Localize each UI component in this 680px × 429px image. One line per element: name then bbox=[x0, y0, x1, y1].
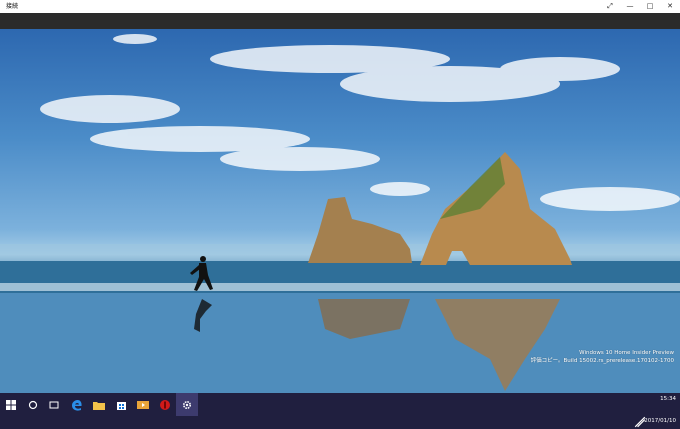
cortana-button[interactable] bbox=[22, 393, 44, 416]
build-watermark: Windows 10 Home Insider Preview 評価コピー。Bu… bbox=[374, 349, 674, 365]
media-icon bbox=[137, 400, 149, 409]
settings-button[interactable] bbox=[176, 393, 198, 416]
circle-icon bbox=[28, 400, 38, 409]
edge-button[interactable] bbox=[66, 393, 88, 416]
taskbar-lower: 2017/01/10 bbox=[0, 416, 680, 429]
folder-icon bbox=[93, 401, 105, 410]
task-view-button[interactable] bbox=[43, 393, 65, 416]
start-button[interactable] bbox=[0, 393, 22, 416]
desktop-wallpaper bbox=[0, 29, 680, 393]
media-button[interactable] bbox=[132, 393, 154, 416]
watermark-edition: Windows 10 Home Insider Preview bbox=[579, 350, 674, 356]
window-controls: ⤢ — □ ✕ bbox=[600, 0, 680, 13]
waves bbox=[0, 283, 680, 291]
windows-logo-icon bbox=[6, 399, 16, 410]
edge-icon bbox=[72, 399, 82, 411]
red-app-button[interactable] bbox=[154, 393, 176, 416]
clouds bbox=[40, 34, 680, 211]
small-rock bbox=[308, 197, 412, 263]
watermark-build: 評価コピー。Build 15002.rs_prerelease.170102-1… bbox=[530, 358, 674, 364]
close-button[interactable]: ✕ bbox=[660, 0, 680, 13]
maximize-button[interactable]: □ bbox=[640, 0, 660, 13]
taskbar: 15:34 bbox=[0, 393, 680, 416]
gear-icon bbox=[182, 400, 192, 409]
task-view-icon bbox=[49, 401, 59, 408]
wallpaper-scene bbox=[0, 34, 680, 393]
clock-date: 2017/01/10 bbox=[644, 418, 676, 424]
fullscreen-button[interactable]: ⤢ bbox=[600, 0, 620, 13]
minimize-button[interactable]: — bbox=[620, 0, 640, 13]
store-icon bbox=[116, 402, 126, 410]
file-explorer-button[interactable] bbox=[88, 393, 110, 416]
clock-time: 15:34 bbox=[660, 396, 676, 402]
system-clock[interactable]: 15:34 bbox=[660, 395, 676, 403]
red-circle-icon bbox=[160, 399, 170, 410]
connection-toolbar bbox=[0, 13, 680, 29]
window-title: 接続 bbox=[6, 3, 19, 10]
title-bar: 接続 ⤢ — □ ✕ bbox=[0, 0, 680, 13]
store-button[interactable] bbox=[110, 393, 132, 416]
